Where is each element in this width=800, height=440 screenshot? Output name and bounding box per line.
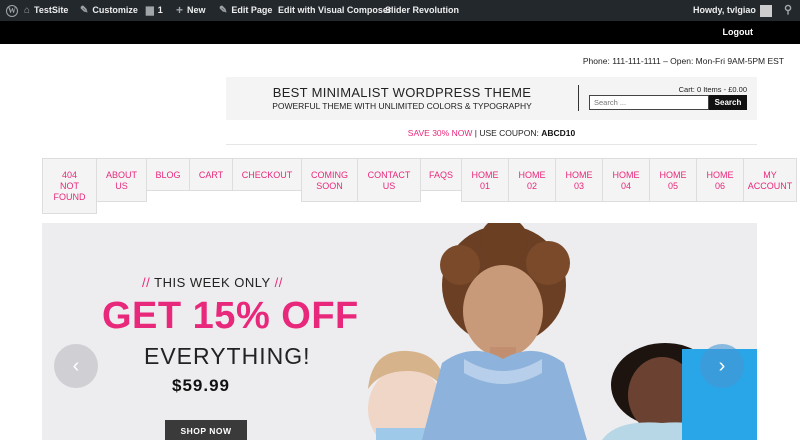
nav-label: 03 [573,181,584,191]
brush-icon: ✎ [80,5,89,16]
nav-label: HOME [612,170,640,180]
nav-label: BLOG [155,170,181,180]
nav-label: HOME [518,170,546,180]
chevron-left-icon: ‹ [72,354,80,377]
promo-separator: | [474,128,477,138]
promo-save: SAVE 30% NOW [407,128,473,138]
nav-label: CHECKOUT [241,170,293,180]
slashes-right: // [274,275,283,290]
nav-label: HOME [659,170,687,180]
search-input[interactable] [589,95,709,110]
visual-composer-label: Edit with Visual Composer [278,5,392,15]
nav-label: 404 [61,170,78,180]
edit-page-label: Edit Page [231,5,273,15]
site-title[interactable]: BEST MINIMALIST WORDPRESS THEME [226,85,578,100]
nav-label: 05 [667,181,678,191]
nav-label: 02 [526,181,537,191]
site-header: BEST MINIMALIST WORDPRESS THEME POWERFUL… [226,77,757,120]
customize-label: Customize [92,5,138,15]
nav-item-404-not-found[interactable]: 404 NOT FOUND [42,158,97,214]
nav-item-cart[interactable]: CART [189,158,233,191]
cart-summary[interactable]: Cart: 0 Items - £0.00 [679,85,747,94]
nav-item-home-06[interactable]: HOME 06 [696,158,744,202]
slide-eyebrow: // THIS WEEK ONLY // [142,275,283,290]
nav-item-home-05[interactable]: HOME 05 [649,158,697,202]
visual-composer-link[interactable]: Edit with Visual Composer [278,0,391,21]
account-menu[interactable]: Howdy, tvlgiao [693,0,772,21]
comments-count: 1 [157,5,163,15]
nav-label: 06 [714,181,725,191]
nav-label: US [115,181,128,191]
nav-label: US [382,181,396,191]
nav-label: CART [198,170,224,180]
promo-coupon-code: ABCD10 [541,128,576,138]
site-tagline: POWERFUL THEME WITH UNLIMITED COLORS & T… [272,101,532,111]
slider-revolution-link[interactable]: Slider Revolution [385,0,459,21]
nav-label: FAQS [428,170,453,180]
hero-slider: // THIS WEEK ONLY // GET 15% OFF EVERYTH… [42,223,757,440]
nav-item-home-04[interactable]: HOME 04 [602,158,650,202]
header-divider [578,85,579,111]
wordpress-icon: W [6,4,18,17]
nav-item-home-03[interactable]: HOME 03 [555,158,603,202]
nav-label: HOME [565,170,593,180]
slider-revolution-label: Slider Revolution [385,5,460,15]
search-button[interactable]: Search [709,95,747,110]
nav-label: ABOUT [105,170,137,180]
nav-label: COMING [311,170,348,180]
main-nav: 404 NOT FOUND ABOUT US BLOG CART CHECKOU… [42,158,797,214]
nav-label: CONTACT [367,170,411,180]
pencil-icon: ✎ [219,5,228,16]
top-bar: Logout [0,21,800,44]
nav-item-coming-soon[interactable]: COMING SOON [301,158,358,202]
home-icon: ⌂ [24,5,31,16]
nav-item-checkout[interactable]: CHECKOUT [232,158,302,191]
admin-search[interactable]: ⚲ [784,0,792,21]
howdy-label: Howdy, tvlgiao [693,5,756,15]
shop-now-button[interactable]: SHOP NOW [165,420,247,440]
slashes-left: // [142,275,151,290]
plus-icon: + [176,3,184,17]
nav-label: HOME [706,170,734,180]
site-name: TestSite [34,5,69,15]
nav-label: 01 [479,181,490,191]
slider-next-button[interactable]: › [700,344,744,388]
comment-icon: ▆ [146,5,154,16]
new-link[interactable]: + New [176,0,206,21]
comments-link[interactable]: ▆ 1 [146,0,163,21]
nav-item-home-01[interactable]: HOME 01 [461,158,509,202]
nav-label: NOT [60,181,79,191]
nav-label: 04 [620,181,631,191]
nav-item-faqs[interactable]: FAQS [420,158,462,191]
nav-label: HOME [471,170,499,180]
wordpress-logo[interactable]: W [6,0,18,21]
wp-admin-bar: W ⌂ TestSite ✎ Customize ▆ 1 + New ✎ Edi… [0,0,800,21]
logout-link[interactable]: Logout [723,21,754,44]
nav-label: MY [763,170,777,180]
nav-item-contact-us[interactable]: CONTACT US [357,158,421,202]
divider [226,144,757,145]
edit-page-link[interactable]: ✎ Edit Page [219,0,272,21]
contact-info: Phone: 111-111-1111 – Open: Mon-Fri 9AM-… [582,56,784,66]
promo-banner: SAVE 30% NOW | USE COUPON: ABCD10 [226,128,757,138]
avatar [759,4,772,17]
slide-week-text: THIS WEEK ONLY [154,275,271,290]
nav-label: FOUND [53,192,86,202]
slider-prev-button[interactable]: ‹ [54,344,98,388]
search-icon: ⚲ [784,4,793,16]
nav-item-about-us[interactable]: ABOUT US [96,158,147,202]
site-name-link[interactable]: ⌂ TestSite [24,0,68,21]
new-label: New [187,5,206,15]
promo-coupon-label: USE COUPON: [479,128,539,138]
customize-link[interactable]: ✎ Customize [80,0,138,21]
nav-item-my-account[interactable]: MY ACCOUNT [743,158,797,202]
nav-label: ACCOUNT [747,181,793,191]
slide-price: $59.99 [172,376,230,395]
nav-item-blog[interactable]: BLOG [146,158,190,191]
nav-label: SOON [316,181,343,191]
slide-headline: GET 15% OFF [102,295,359,337]
slide-subheadline: EVERYTHING! [144,343,311,369]
chevron-right-icon: › [718,354,726,377]
nav-item-home-02[interactable]: HOME 02 [508,158,556,202]
